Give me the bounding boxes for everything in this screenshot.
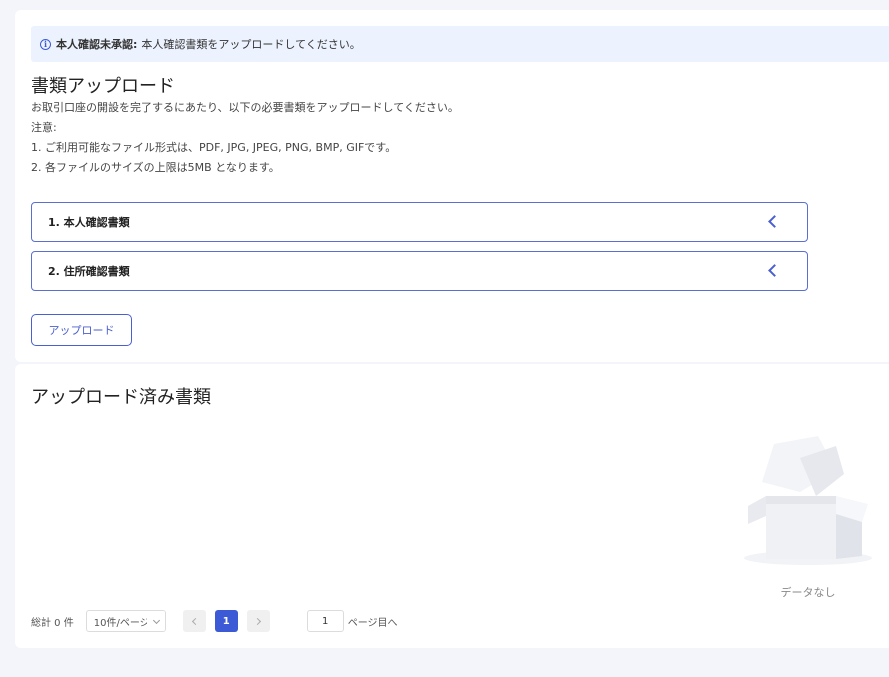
page-title: 書類アップロード [31, 76, 175, 97]
section-label: 2. 住所確認書類 [48, 265, 130, 278]
notice-text: 本人確認書類をアップロードしてください。 [141, 38, 361, 51]
note-file-formats: 1. ご利用可能なファイル形式は、PDF, JPG, JPEG, PNG, BM… [31, 141, 397, 154]
chevron-right-icon [253, 617, 261, 625]
chevron-left-icon[interactable] [768, 264, 781, 277]
section-identity-documents[interactable]: 1. 本人確認書類 [31, 202, 808, 242]
page-size-value: 10件/ページ [93, 617, 150, 629]
empty-state: データなし [740, 434, 880, 604]
page-jump: ページ目へ [306, 610, 398, 632]
upload-description: お取引口座の開設を完了するにあたり、以下の必要書類をアップロードしてください。 … [31, 98, 459, 178]
chevron-left-icon[interactable] [768, 215, 781, 228]
uploaded-documents-card: アップロード済み書類 データなし 総計 0 件 10件/ページ 1 1 ページ目… [15, 364, 889, 648]
total-count: 総計 0 件 [31, 617, 74, 629]
note-file-size: 2. 各ファイルのサイズの上限は5MB となります。 [31, 161, 280, 174]
info-icon: i [40, 38, 51, 50]
page-size-select[interactable]: 10件/ページ [85, 610, 166, 632]
next-page-button[interactable] [246, 610, 270, 632]
notice-status: 本人確認未承認: [56, 38, 138, 51]
prev-page-button[interactable] [182, 610, 206, 632]
upload-button[interactable]: アップロード [31, 314, 132, 346]
verification-notice: i 本人確認未承認: 本人確認書類をアップロードしてください。 [31, 26, 889, 62]
page-button-current[interactable]: 1 [214, 610, 238, 632]
section-title: アップロード済み書類 [31, 387, 211, 408]
description-text: お取引口座の開設を完了するにあたり、以下の必要書類をアップロードしてください。 [31, 101, 459, 114]
page-jump-label: ページ目へ [347, 617, 398, 629]
page-jump-input[interactable] [306, 610, 344, 632]
chevron-left-icon [191, 617, 199, 625]
note-label: 注意: [31, 121, 57, 134]
document-upload-card: i 本人確認未承認: 本人確認書類をアップロードしてください。 書類アップロード… [15, 10, 889, 362]
empty-text: データなし [780, 586, 836, 599]
section-address-documents[interactable]: 2. 住所確認書類 [31, 251, 808, 291]
empty-box-icon [744, 436, 872, 565]
pagination: 総計 0 件 10件/ページ 1 ページ目へ [31, 609, 398, 633]
section-label: 1. 本人確認書類 [48, 216, 130, 229]
